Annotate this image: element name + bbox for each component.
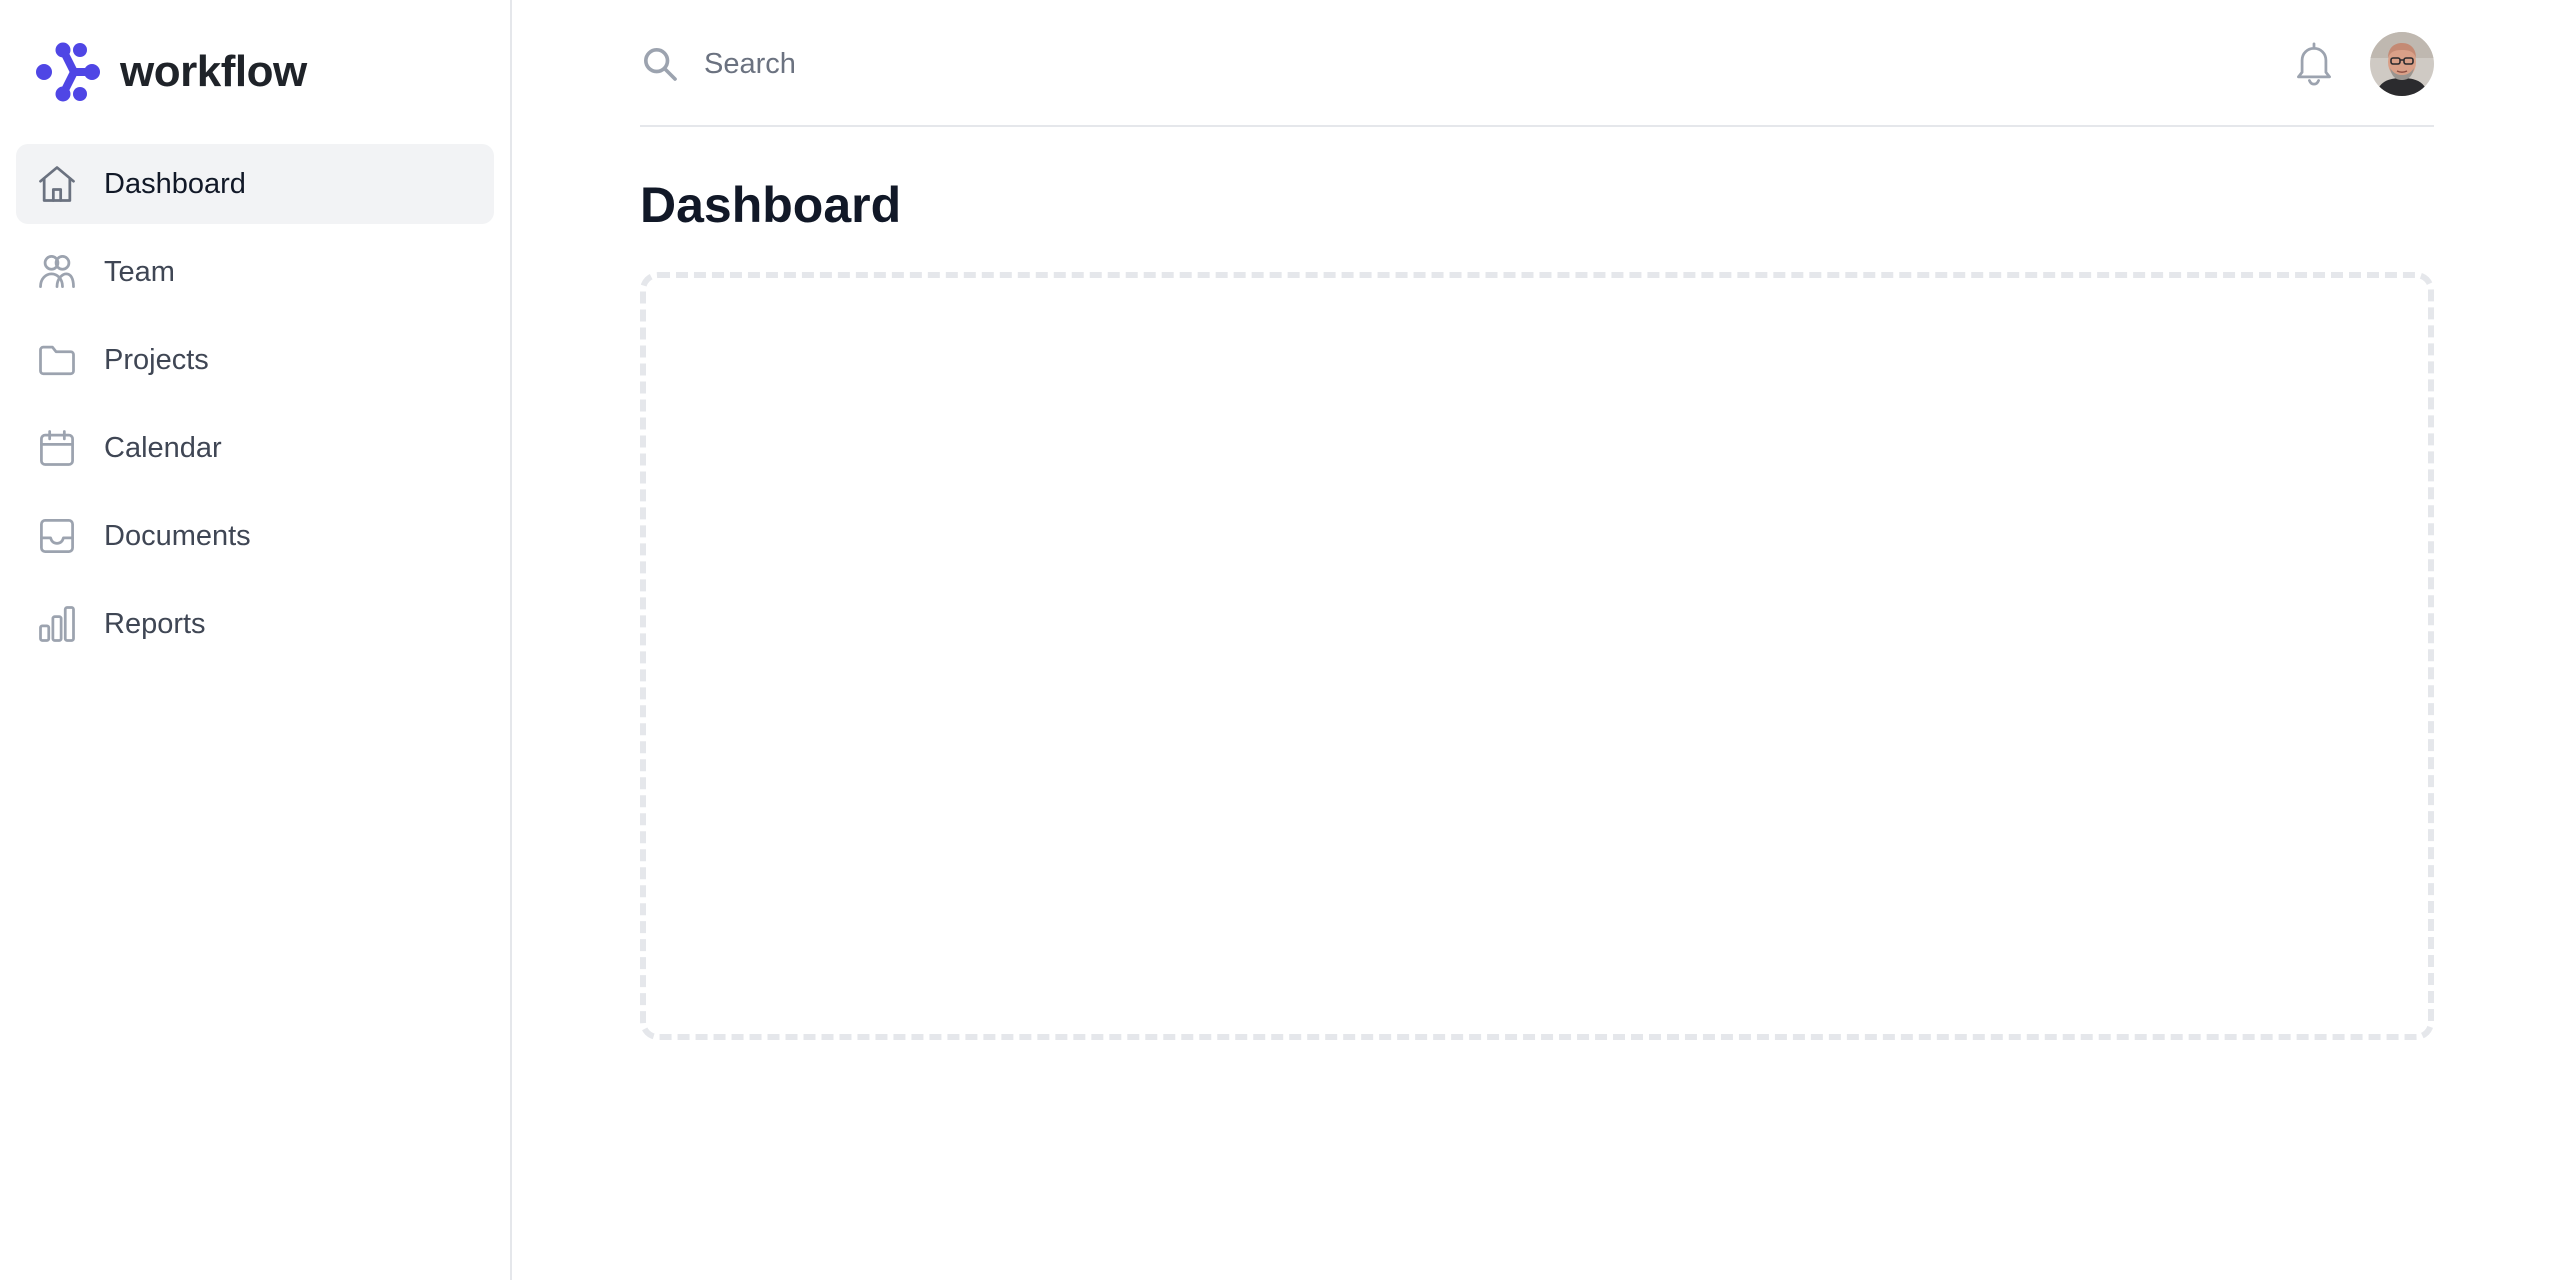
sidebar-item-projects[interactable]: Projects xyxy=(16,320,494,400)
content-placeholder xyxy=(640,272,2434,1040)
sidebar-item-dashboard[interactable]: Dashboard xyxy=(16,144,494,224)
sidebar: workflow Dashboard Team Projects Calenda… xyxy=(0,0,512,1280)
search-input[interactable] xyxy=(704,38,2104,90)
brand-name: workflow xyxy=(120,47,307,96)
users-icon xyxy=(34,249,80,295)
sidebar-item-label: Calendar xyxy=(104,431,222,464)
home-icon xyxy=(34,161,80,207)
sidebar-item-documents[interactable]: Documents xyxy=(16,496,494,576)
inbox-icon xyxy=(34,513,80,559)
top-header xyxy=(640,0,2434,127)
calendar-icon xyxy=(34,425,80,471)
bell-icon[interactable] xyxy=(2292,40,2336,88)
sidebar-item-label: Team xyxy=(104,255,175,288)
sidebar-item-label: Reports xyxy=(104,607,206,640)
user-avatar[interactable] xyxy=(2370,32,2434,96)
folder-icon xyxy=(34,337,80,383)
workflow-logo-icon xyxy=(36,42,100,102)
sidebar-item-label: Documents xyxy=(104,519,251,552)
page-title: Dashboard xyxy=(640,177,902,233)
sidebar-item-label: Projects xyxy=(104,343,209,376)
sidebar-item-label: Dashboard xyxy=(104,167,246,200)
sidebar-item-calendar[interactable]: Calendar xyxy=(16,408,494,488)
search-icon xyxy=(644,48,677,81)
brand[interactable]: workflow xyxy=(34,40,307,104)
sidebar-nav: Dashboard Team Projects Calendar Documen… xyxy=(16,144,494,672)
sidebar-item-team[interactable]: Team xyxy=(16,232,494,312)
bar-chart-icon xyxy=(34,601,80,647)
sidebar-item-reports[interactable]: Reports xyxy=(16,584,494,664)
